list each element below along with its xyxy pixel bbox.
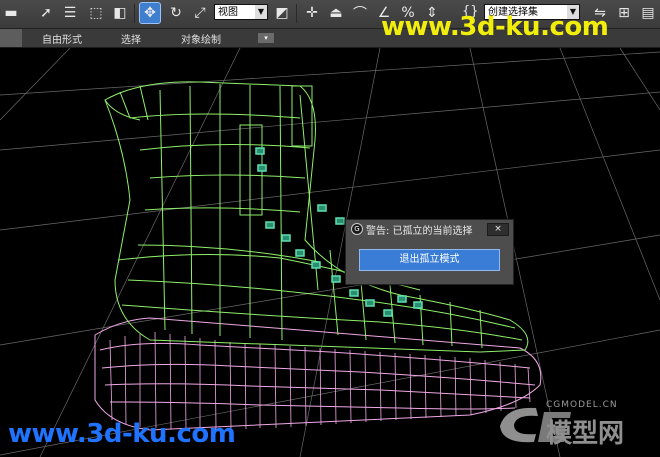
keyboard-shortcut-icon[interactable]: ⏏ [326,3,346,23]
select-object-icon[interactable]: ➚ [36,3,56,23]
rotate-icon[interactable]: ↻ [166,3,186,23]
snap-toggle-icon[interactable]: ⌒ [350,3,370,23]
perspective-viewport[interactable] [0,48,660,457]
watermark-logo-sub: CGMODEL.CN [546,400,618,410]
move-icon[interactable]: ✥ [139,2,161,24]
viewport-canvas [0,48,660,457]
ribbon-tab-modeling[interactable] [0,29,22,47]
ribbon-tab-selection[interactable]: 选择 [121,31,141,46]
dialog-title: 警告: 已孤立的当前选择 [366,226,473,237]
ribbon-options-icon[interactable]: ▾ [258,33,274,43]
watermark-bottom: www.3d-ku.com [8,419,236,449]
pivot-center-icon[interactable]: ◩ [272,3,292,23]
chevron-down-icon: ▼ [255,5,267,19]
window-crossing-icon[interactable]: ◧ [110,3,130,23]
scale-icon[interactable]: ⤢ [190,3,210,23]
layer-manager-icon[interactable]: ▤ [638,3,658,23]
watermark-logo-main: 模型网 [546,419,625,449]
watermark-top: www.3d-ku.com [381,12,609,42]
isolate-warning-dialog: G 警告: 已孤立的当前选择 × 退出孤立模式 [345,219,514,285]
reference-coordinate-dropdown[interactable]: 视图 ▼ [214,4,268,20]
boot-sole-wireframe [94,317,542,431]
select-manipulate-icon[interactable]: ✛ [302,3,322,23]
exit-isolation-mode-button[interactable]: 退出孤立模式 [359,249,500,271]
ribbon-tab-freeform[interactable]: 自由形式 [42,31,82,46]
rectangular-selection-icon[interactable]: ⬚ [86,3,106,23]
app-logo-icon: G [351,223,363,235]
reference-coordinate-value: 视图 [218,7,238,18]
redo-icon[interactable]: ▬ [1,3,21,23]
dialog-titlebar[interactable]: G 警告: 已孤立的当前选择 × [346,220,513,237]
select-by-name-icon[interactable]: ☰ [60,3,80,23]
ribbon-tab-object-paint[interactable]: 对象绘制 [181,31,221,46]
close-button[interactable]: × [487,223,509,236]
align-icon[interactable]: ⊞ [614,3,634,23]
